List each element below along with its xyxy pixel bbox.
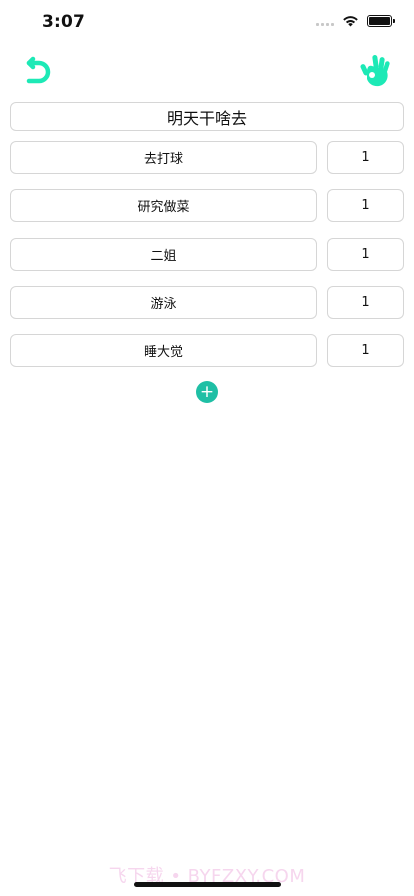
- home-indicator[interactable]: [134, 882, 281, 887]
- decision-title[interactable]: 明天干啥去: [10, 102, 404, 131]
- option-weight-field[interactable]: 1: [327, 189, 404, 223]
- option-row: 游泳 1: [10, 285, 404, 319]
- ok-hand-icon[interactable]: [360, 52, 392, 88]
- option-row: 二姐 1: [10, 237, 404, 271]
- option-name-field[interactable]: 研究做菜: [10, 189, 317, 223]
- status-bar: 3:07: [0, 0, 414, 48]
- option-row: 睡大觉 1: [10, 334, 404, 368]
- option-row: 研究做菜 1: [10, 189, 404, 223]
- cellular-signal-icon: [316, 16, 334, 26]
- add-option-button[interactable]: +: [196, 381, 218, 403]
- option-list: 去打球 1 研究做菜 1 二姐 1 游泳 1 睡大觉 1: [10, 141, 404, 382]
- option-weight-field[interactable]: 1: [327, 141, 404, 174]
- option-name-field[interactable]: 去打球: [10, 141, 317, 174]
- option-weight-field[interactable]: 1: [327, 334, 404, 368]
- undo-arrow-icon[interactable]: [20, 54, 54, 88]
- option-weight-field[interactable]: 1: [327, 237, 404, 271]
- status-icons: [316, 15, 395, 27]
- option-name-field[interactable]: 二姐: [10, 237, 317, 271]
- option-row: 去打球 1: [10, 141, 404, 174]
- status-time: 3:07: [42, 12, 86, 32]
- option-name-field[interactable]: 睡大觉: [10, 334, 317, 368]
- option-name-field[interactable]: 游泳: [10, 285, 317, 319]
- wifi-icon: [343, 16, 358, 27]
- toolbar: [0, 52, 414, 92]
- battery-icon: [367, 15, 395, 27]
- option-weight-field[interactable]: 1: [327, 285, 404, 319]
